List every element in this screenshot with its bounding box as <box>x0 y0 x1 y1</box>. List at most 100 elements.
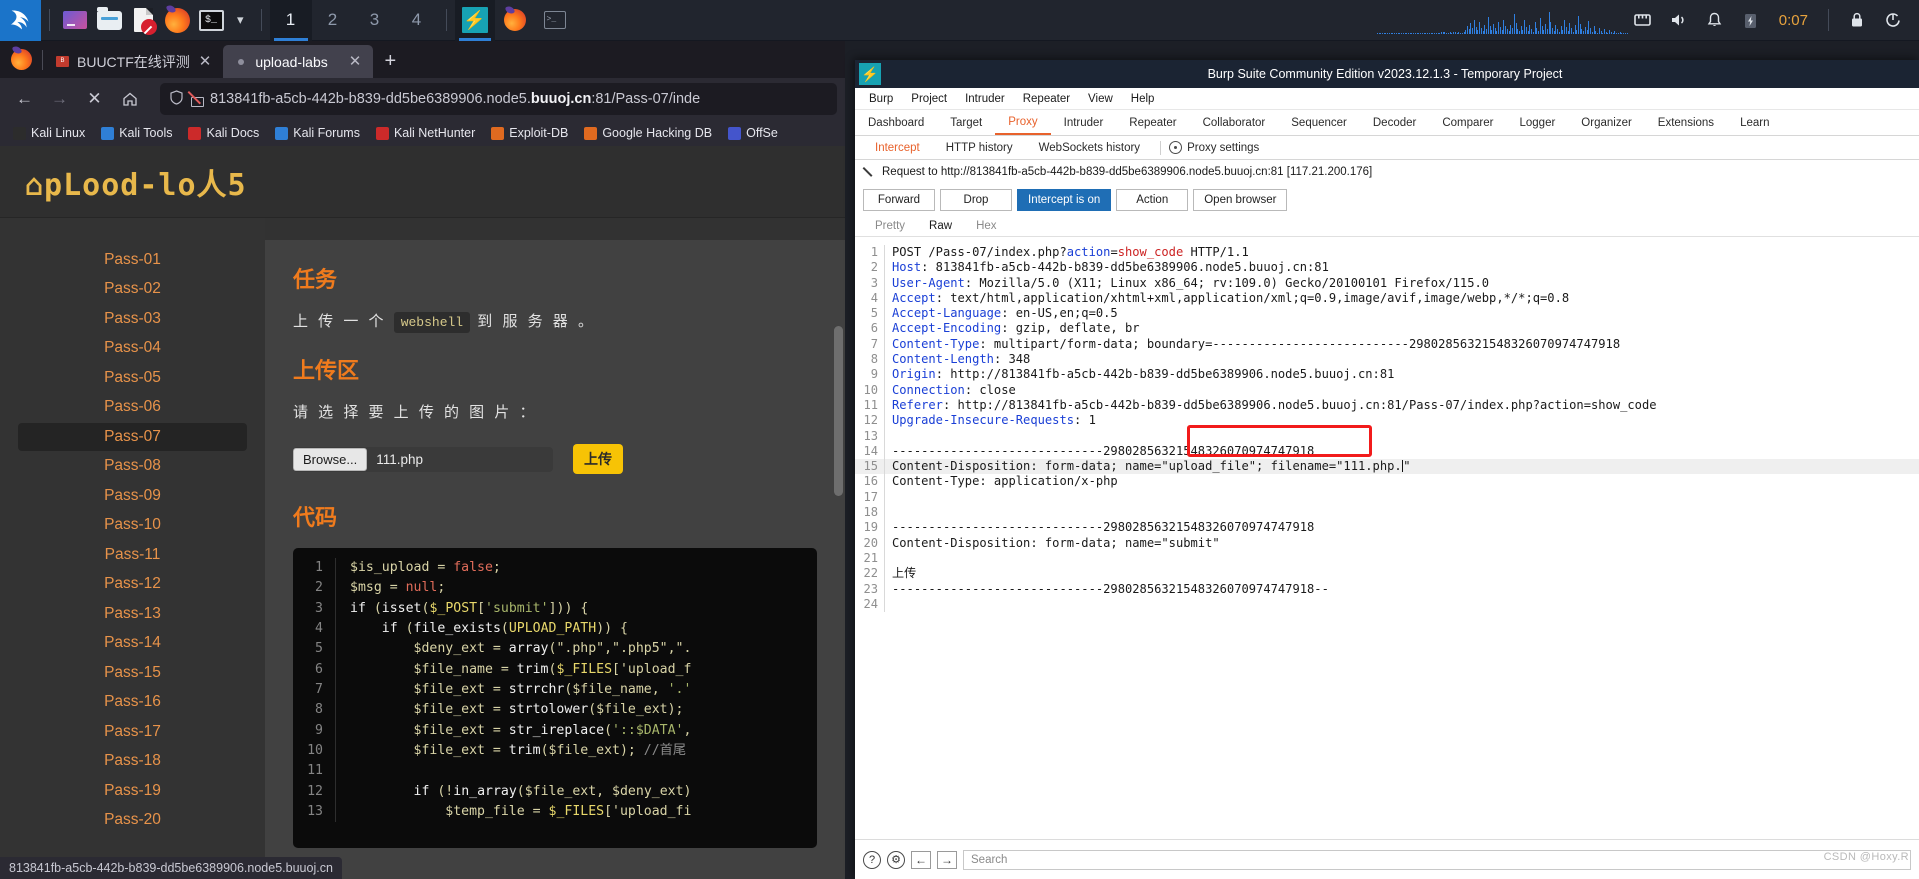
forward-button[interactable]: Forward <box>863 188 935 211</box>
pass-link-pass-02[interactable]: Pass-02 <box>18 275 247 303</box>
back-button[interactable]: ← <box>8 83 41 116</box>
workspace-3[interactable]: 3 <box>354 0 396 41</box>
pass-link-pass-16[interactable]: Pass-16 <box>18 688 247 716</box>
tab-websockets-history[interactable]: WebSockets history <box>1027 137 1152 159</box>
menu-repeater[interactable]: Repeater <box>1014 91 1079 107</box>
browser-tab-upload-labs[interactable]: upload-labs ✕ <box>223 45 374 78</box>
taskbar-terminal-window-icon[interactable]: >_ <box>535 0 575 41</box>
taskbar-firefox-icon[interactable] <box>495 0 535 41</box>
gear-icon[interactable]: ⚙ <box>887 850 905 869</box>
insecure-connection-icon[interactable] <box>190 92 204 107</box>
address-bar[interactable]: 813841fb-a5cb-442b-b839-dd5be6389906.nod… <box>160 83 837 115</box>
pass-link-pass-17[interactable]: Pass-17 <box>18 718 247 746</box>
bookmark-offse[interactable]: OffSe <box>721 123 785 143</box>
pass-link-pass-10[interactable]: Pass-10 <box>18 511 247 539</box>
tab-intruder[interactable]: Intruder <box>1051 110 1117 135</box>
tab-http-history[interactable]: HTTP history <box>934 137 1025 159</box>
workspace-1[interactable]: 1 <box>269 0 312 41</box>
new-tab-button[interactable]: + <box>373 45 407 78</box>
tab-proxy[interactable]: Proxy <box>995 110 1051 135</box>
menu-intruder[interactable]: Intruder <box>956 91 1014 107</box>
workspace-2[interactable]: 2 <box>312 0 354 41</box>
home-button[interactable] <box>113 83 146 116</box>
close-tab-icon[interactable]: ✕ <box>197 54 214 69</box>
open-browser-button[interactable]: Open browser <box>1193 188 1288 211</box>
bookmark-kali-linux[interactable]: Kali Linux <box>6 123 92 143</box>
bookmark-kali-nethunter[interactable]: Kali NetHunter <box>369 123 482 143</box>
pass-link-pass-05[interactable]: Pass-05 <box>18 364 247 392</box>
volume-icon[interactable] <box>1663 0 1695 41</box>
drop-button[interactable]: Drop <box>940 188 1012 211</box>
logout-icon[interactable] <box>1877 0 1909 41</box>
forward-button[interactable]: → <box>43 83 76 116</box>
terminal-icon[interactable]: $_ <box>194 0 228 41</box>
tab-learn[interactable]: Learn <box>1727 110 1782 135</box>
pass-link-pass-09[interactable]: Pass-09 <box>18 482 247 510</box>
page-scrollbar[interactable] <box>834 326 843 496</box>
tab-comparer[interactable]: Comparer <box>1429 110 1506 135</box>
folder-icon[interactable] <box>92 0 126 41</box>
pass-link-pass-04[interactable]: Pass-04 <box>18 334 247 362</box>
search-input[interactable]: Search <box>963 849 1911 870</box>
tab-decoder[interactable]: Decoder <box>1360 110 1429 135</box>
menu-help[interactable]: Help <box>1122 91 1164 107</box>
document-blocked-icon[interactable] <box>126 0 160 41</box>
pass-link-pass-08[interactable]: Pass-08 <box>18 452 247 480</box>
intercept-toggle-button[interactable]: Intercept is on <box>1017 188 1112 211</box>
browser-tab-buuctf[interactable]: B BUUCTF在线评测 ✕ <box>45 45 223 78</box>
pass-link-pass-19[interactable]: Pass-19 <box>18 777 247 805</box>
pass-link-pass-03[interactable]: Pass-03 <box>18 305 247 333</box>
tab-dashboard[interactable]: Dashboard <box>855 110 937 135</box>
tab-intercept[interactable]: Intercept <box>863 137 932 159</box>
bookmark-exploit-db[interactable]: Exploit-DB <box>484 123 575 143</box>
bookmark-google-hacking-db[interactable]: Google Hacking DB <box>577 123 719 143</box>
menu-project[interactable]: Project <box>902 91 956 107</box>
pass-link-pass-12[interactable]: Pass-12 <box>18 570 247 598</box>
pass-link-pass-01[interactable]: Pass-01 <box>18 246 247 274</box>
close-tab-icon[interactable]: ✕ <box>347 54 364 69</box>
network-icon[interactable] <box>1627 0 1659 41</box>
lock-icon[interactable] <box>1841 0 1873 41</box>
pass-link-pass-06[interactable]: Pass-06 <box>18 393 247 421</box>
tab-logger[interactable]: Logger <box>1506 110 1568 135</box>
bookmark-kali-tools[interactable]: Kali Tools <box>94 123 179 143</box>
battery-icon[interactable] <box>1735 0 1767 41</box>
help-circle-icon[interactable]: ? <box>863 850 881 869</box>
tab-organizer[interactable]: Organizer <box>1568 110 1645 135</box>
upload-submit-button[interactable]: 上传 <box>573 444 623 474</box>
tab-raw[interactable]: Raw <box>917 220 964 232</box>
request-editor[interactable]: 1 POST /Pass-07/index.php?action=show_cod… <box>855 245 1919 839</box>
kali-dragon-icon[interactable] <box>0 0 41 41</box>
pass-link-pass-07[interactable]: Pass-07 <box>18 422 247 451</box>
bookmark-kali-docs[interactable]: Kali Docs <box>181 123 266 143</box>
pass-link-pass-13[interactable]: Pass-13 <box>18 600 247 628</box>
pass-link-pass-11[interactable]: Pass-11 <box>18 541 247 569</box>
action-button[interactable]: Action <box>1116 188 1189 211</box>
bookmark-kali-forums[interactable]: Kali Forums <box>268 123 367 143</box>
pass-link-pass-15[interactable]: Pass-15 <box>18 659 247 687</box>
arrow-left-icon[interactable]: ← <box>911 850 931 869</box>
files-icon[interactable] <box>58 0 92 41</box>
pass-link-pass-18[interactable]: Pass-18 <box>18 747 247 775</box>
firefox-icon[interactable] <box>160 0 194 41</box>
pass-link-pass-20[interactable]: Pass-20 <box>18 806 247 834</box>
tab-sequencer[interactable]: Sequencer <box>1278 110 1360 135</box>
notifications-bell-icon[interactable] <box>1699 0 1731 41</box>
menu-view[interactable]: View <box>1079 91 1122 107</box>
browse-button[interactable]: Browse... <box>293 447 368 471</box>
tab-collaborator[interactable]: Collaborator <box>1190 110 1279 135</box>
file-input[interactable]: Browse... 111.php <box>293 446 553 472</box>
proxy-settings-button[interactable]: Proxy settings <box>1169 141 1259 154</box>
workspace-4[interactable]: 4 <box>396 0 438 41</box>
arrow-right-icon[interactable]: → <box>937 850 957 869</box>
pass-link-pass-14[interactable]: Pass-14 <box>18 629 247 657</box>
tab-repeater[interactable]: Repeater <box>1116 110 1189 135</box>
tab-target[interactable]: Target <box>937 110 995 135</box>
chevron-down-icon[interactable]: ▾ <box>228 12 253 28</box>
menu-burp[interactable]: Burp <box>860 91 902 107</box>
tab-hex[interactable]: Hex <box>964 220 1008 232</box>
stop-loading-button[interactable]: ✕ <box>78 83 111 116</box>
tab-extensions[interactable]: Extensions <box>1645 110 1727 135</box>
taskbar-burp-suite-icon[interactable]: ⚡ <box>454 0 495 41</box>
tab-pretty[interactable]: Pretty <box>863 220 917 232</box>
